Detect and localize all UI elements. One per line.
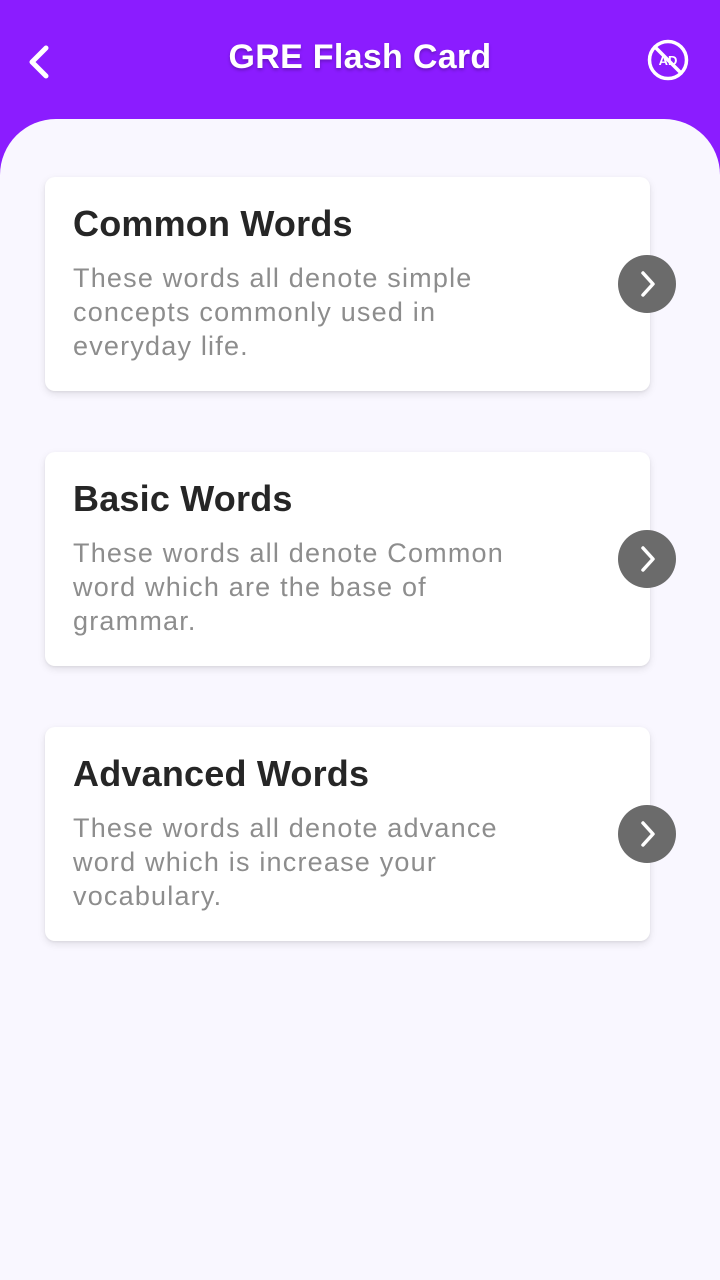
category-card-basic-words[interactable]: Basic Words These words all denote Commo… bbox=[45, 452, 676, 666]
app-bar: GRE Flash Card AD bbox=[0, 0, 720, 120]
category-title: Common Words bbox=[73, 203, 353, 244]
category-card-advanced-words[interactable]: Advanced Words These words all denote ad… bbox=[45, 727, 676, 941]
open-basic-words-button[interactable] bbox=[618, 530, 676, 588]
open-advanced-words-button[interactable] bbox=[618, 805, 676, 863]
open-common-words-button[interactable] bbox=[618, 255, 676, 313]
remove-ads-button[interactable]: AD bbox=[646, 38, 690, 82]
category-title: Advanced Words bbox=[73, 753, 370, 794]
category-card-common-words[interactable]: Common Words These words all denote simp… bbox=[45, 177, 676, 391]
chevron-right-icon bbox=[641, 546, 655, 572]
category-description: These words all denote simple concepts c… bbox=[73, 263, 473, 361]
category-description: These words all denote Common word which… bbox=[73, 538, 504, 636]
page-title: GRE Flash Card bbox=[228, 38, 492, 76]
no-ads-icon: AD bbox=[647, 39, 689, 81]
chevron-right-icon bbox=[641, 821, 655, 847]
category-description: These words all denote advance word whic… bbox=[73, 813, 498, 911]
category-title: Basic Words bbox=[73, 478, 293, 519]
chevron-right-icon bbox=[641, 271, 655, 297]
screen: GRE Flash Card AD Common Words These wor… bbox=[0, 0, 720, 1280]
category-list: Common Words These words all denote simp… bbox=[0, 119, 720, 1280]
